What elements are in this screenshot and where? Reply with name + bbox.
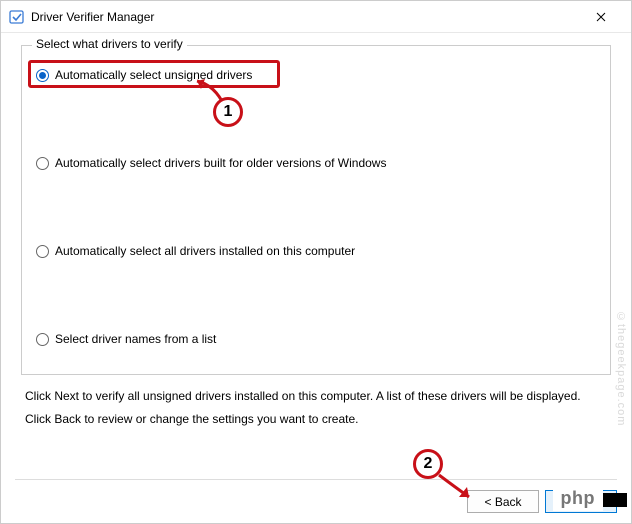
radio-label: Automatically select unsigned drivers xyxy=(55,68,252,82)
radio-icon xyxy=(36,333,49,346)
fieldset-legend: Select what drivers to verify xyxy=(32,37,187,51)
radio-option-from-list[interactable]: Select driver names from a list xyxy=(36,332,596,346)
radio-icon xyxy=(36,245,49,258)
radio-icon xyxy=(36,69,49,82)
button-bar: < Back Next > xyxy=(15,479,617,513)
instructions-text: Click Next to verify all unsigned driver… xyxy=(21,375,611,441)
drivers-fieldset: Select what drivers to verify Automatica… xyxy=(21,45,611,375)
window-title: Driver Verifier Manager xyxy=(31,10,579,24)
dialog-window: Driver Verifier Manager Select what driv… xyxy=(0,0,632,524)
radio-option-older-windows[interactable]: Automatically select drivers built for o… xyxy=(36,156,596,170)
radio-label: Automatically select drivers built for o… xyxy=(55,156,386,170)
app-icon xyxy=(9,9,25,25)
titlebar: Driver Verifier Manager xyxy=(1,1,631,33)
radio-option-all-drivers[interactable]: Automatically select all drivers install… xyxy=(36,244,596,258)
instruction-line: Click Back to review or change the setti… xyxy=(25,408,607,431)
close-icon xyxy=(596,12,606,22)
content-area: Select what drivers to verify Automatica… xyxy=(1,33,631,441)
back-button[interactable]: < Back xyxy=(467,490,539,513)
radio-option-unsigned[interactable]: Automatically select unsigned drivers xyxy=(36,68,596,82)
radio-label: Select driver names from a list xyxy=(55,332,216,346)
close-button[interactable] xyxy=(579,2,623,32)
radio-label: Automatically select all drivers install… xyxy=(55,244,355,258)
annotation-callout-2: 2 xyxy=(413,449,443,479)
radio-icon xyxy=(36,157,49,170)
instruction-line: Click Next to verify all unsigned driver… xyxy=(25,385,607,408)
next-button[interactable]: Next > xyxy=(545,490,617,513)
